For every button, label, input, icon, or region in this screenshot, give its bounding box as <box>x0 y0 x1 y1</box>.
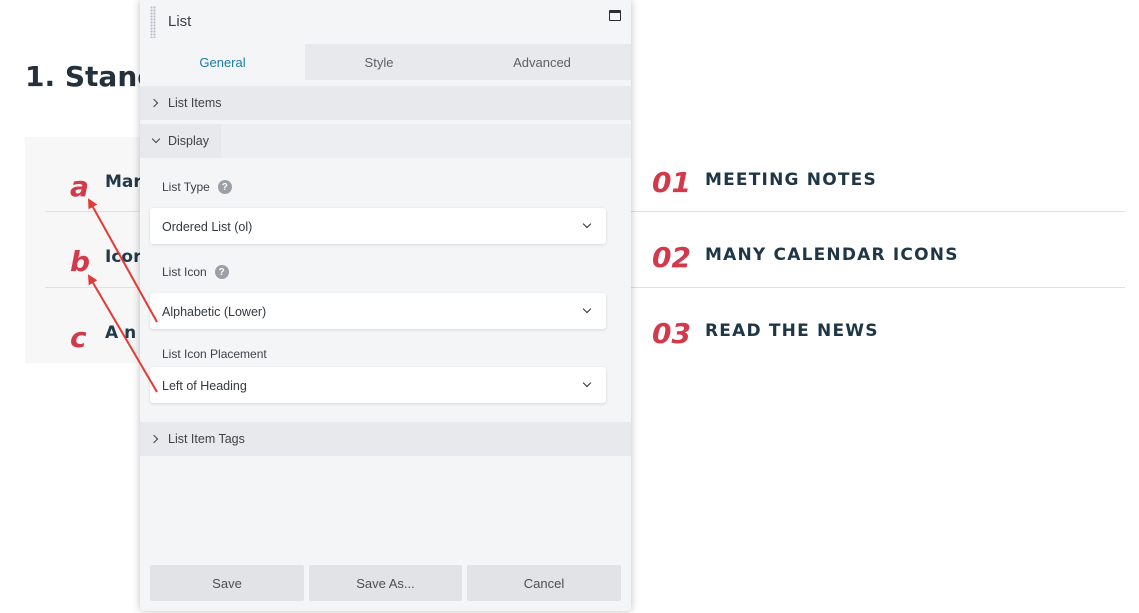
panel-title: List <box>168 13 192 30</box>
section-label: List Items <box>168 96 222 110</box>
list-icon-label: List Icon ? <box>162 265 229 279</box>
list-number: 03 <box>652 317 691 350</box>
list-item: 02 MANY CALENDAR ICONS <box>640 219 1125 294</box>
chevron-right-icon <box>149 98 159 108</box>
cancel-button[interactable]: Cancel <box>467 565 621 601</box>
tab-general[interactable]: General <box>140 44 305 80</box>
chevron-down-icon <box>582 219 592 229</box>
section-list-item-tags[interactable]: List Item Tags <box>140 422 631 456</box>
chevron-down-icon <box>582 304 592 314</box>
section-display[interactable]: Display <box>140 124 631 158</box>
list-item-text: Icor <box>105 247 142 267</box>
field-label-text: List Type <box>162 180 210 194</box>
list-icon-select[interactable]: Alphabetic (Lower) <box>150 293 606 329</box>
drag-handle-icon[interactable] <box>150 6 156 38</box>
list-marker: c <box>70 321 87 354</box>
list-type-select[interactable]: Ordered List (ol) <box>150 208 606 244</box>
list-item-text: MANY CALENDAR ICONS <box>705 245 959 265</box>
list-item: 01 MEETING NOTES <box>640 144 1125 219</box>
section-label: List Item Tags <box>168 432 245 446</box>
maximize-icon[interactable] <box>609 10 621 21</box>
list-item-text: Mar <box>105 172 142 192</box>
panel-footer: Save Save As... Cancel <box>140 552 631 611</box>
list-icon-placement-select[interactable]: Left of Heading <box>150 367 606 403</box>
help-icon[interactable]: ? <box>217 180 232 194</box>
field-label-text: List Icon Placement <box>162 347 267 361</box>
tab-advanced[interactable]: Advanced <box>453 44 631 80</box>
section-label: Display <box>168 134 209 148</box>
select-value: Ordered List (ol) <box>162 220 253 234</box>
section-heading: 1. Stanc <box>25 60 154 93</box>
save-as-button[interactable]: Save As... <box>309 565 462 601</box>
list-item-text: READ THE NEWS <box>705 321 879 341</box>
help-icon[interactable]: ? <box>214 265 229 279</box>
panel-tabs: General Style Advanced <box>140 44 631 80</box>
select-value: Left of Heading <box>162 379 247 393</box>
list-divider <box>630 287 1125 288</box>
section-list-items[interactable]: List Items <box>140 86 631 120</box>
list-settings-panel: List General Style Advanced List Items D… <box>140 0 631 611</box>
list-number: 02 <box>652 241 691 274</box>
chevron-right-icon <box>149 434 159 444</box>
list-marker: a <box>70 170 89 203</box>
chevron-down-icon <box>582 378 592 388</box>
select-value: Alphabetic (Lower) <box>162 305 267 319</box>
list-item-text: MEETING NOTES <box>705 170 877 190</box>
field-label-text: List Icon <box>162 265 207 279</box>
list-divider <box>630 211 1125 212</box>
panel-header[interactable]: List <box>140 0 631 44</box>
section-display-header[interactable]: Display <box>140 124 221 158</box>
list-number: 01 <box>652 166 691 199</box>
list-item: 03 READ THE NEWS <box>640 295 1125 370</box>
list-marker: b <box>70 245 91 278</box>
chevron-down-icon <box>151 134 161 144</box>
save-button[interactable]: Save <box>150 565 304 601</box>
list-type-label: List Type ? <box>162 180 232 194</box>
list-icon-placement-label: List Icon Placement <box>162 347 267 361</box>
list-item-text: A n <box>105 323 137 343</box>
tab-style[interactable]: Style <box>305 44 453 80</box>
